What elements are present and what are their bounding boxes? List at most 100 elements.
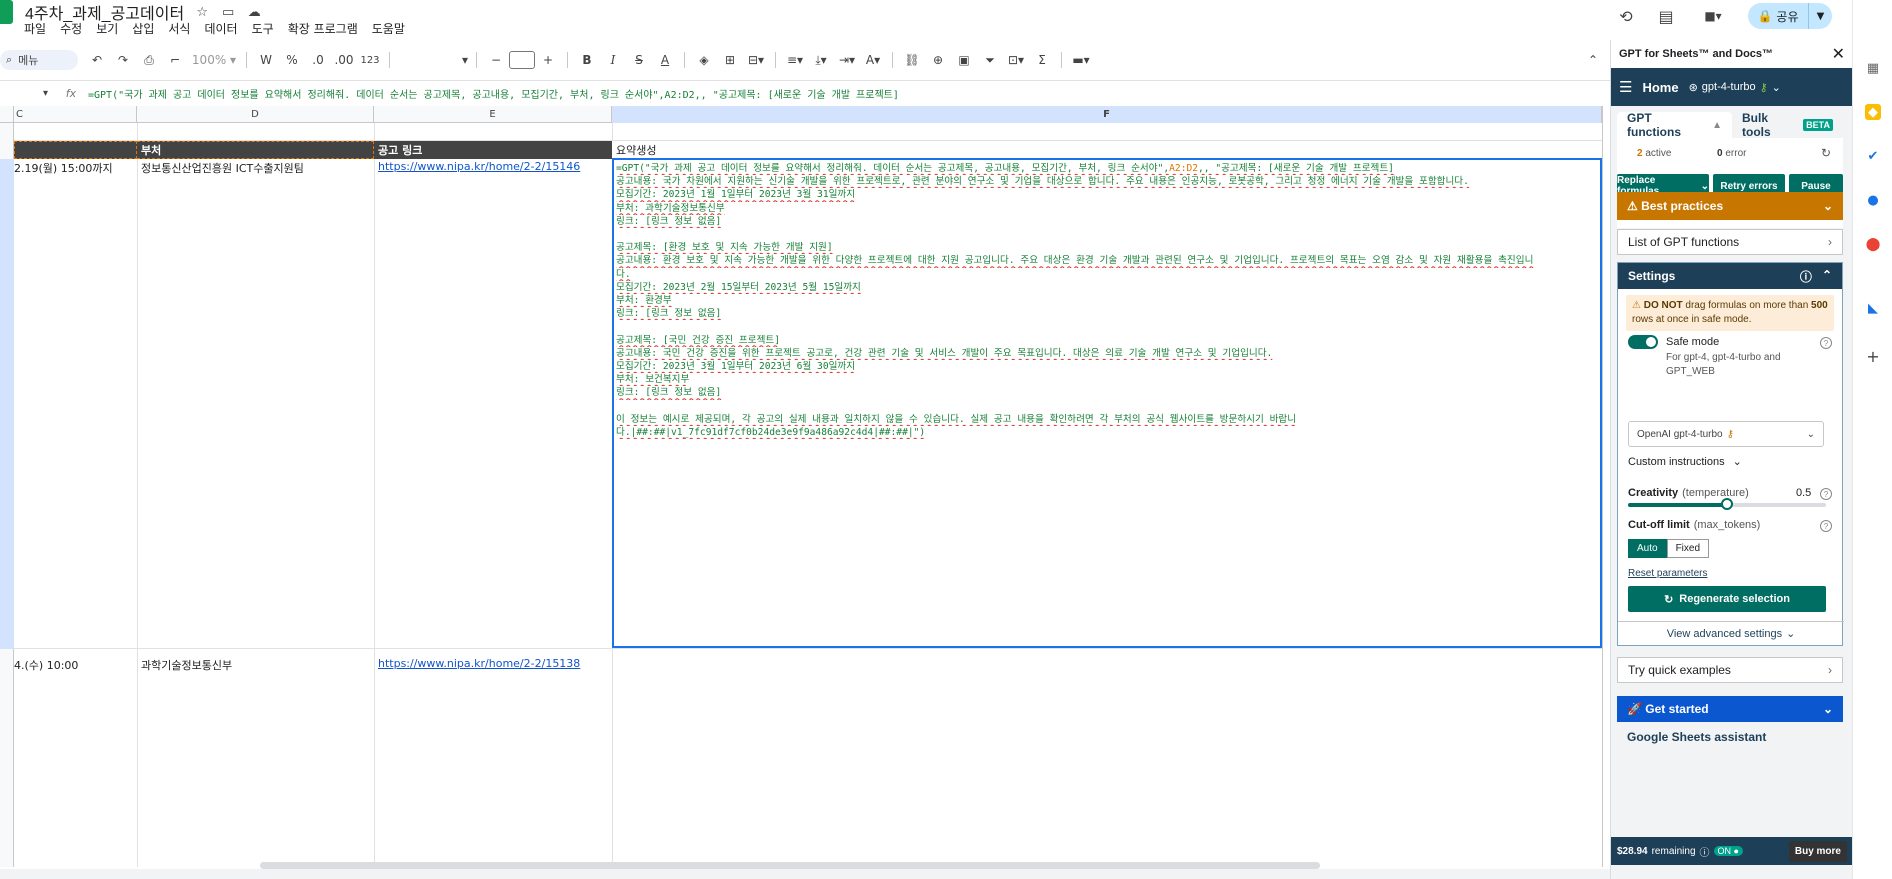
menu-file[interactable]: 파일 xyxy=(24,20,46,38)
font-size-decrease-icon[interactable]: − xyxy=(485,50,507,70)
menu-edit[interactable]: 수정 xyxy=(60,20,82,38)
horizontal-align-icon[interactable]: ≡▾ xyxy=(784,50,806,70)
menu-tools[interactable]: 도구 xyxy=(252,20,274,38)
italic-icon[interactable]: I xyxy=(602,50,624,70)
credits-toggle[interactable]: ON ● xyxy=(1713,846,1743,856)
print-icon[interactable]: ⎙ xyxy=(138,50,160,70)
functions-icon[interactable]: Σ xyxy=(1031,50,1053,70)
view-advanced-settings[interactable]: View advanced settings ⌄ xyxy=(1618,621,1844,645)
share-dropdown-icon[interactable]: ▼ xyxy=(1808,3,1832,29)
text-wrap-icon[interactable]: ⇥▾ xyxy=(836,50,858,70)
row2-cell-d[interactable]: 과학기술정보통신부 xyxy=(141,657,373,673)
tasks-icon[interactable]: ✔ xyxy=(1865,148,1881,164)
menu-help[interactable]: 도움말 xyxy=(372,20,405,38)
row1-cell-c[interactable]: 2.19(월) 15:00까지 xyxy=(14,160,136,176)
more-formats-button[interactable]: 123 xyxy=(359,50,381,70)
fill-color-icon[interactable]: ◈ xyxy=(693,50,715,70)
col-header-f[interactable]: F xyxy=(612,106,1602,123)
addon-icon[interactable]: ◣ xyxy=(1865,300,1881,316)
comments-icon[interactable]: ▤ xyxy=(1656,6,1676,26)
help-icon[interactable]: ? xyxy=(1820,520,1832,532)
buy-more-button[interactable]: Buy more xyxy=(1788,840,1847,862)
font-select[interactable]: ▾ xyxy=(398,50,468,70)
paint-format-icon[interactable]: ⌐ xyxy=(164,50,186,70)
refresh-icon[interactable]: ↻ xyxy=(1821,146,1831,160)
menu-format[interactable]: 서식 xyxy=(168,20,190,38)
undo-icon[interactable]: ↶ xyxy=(86,50,108,70)
insert-link-icon[interactable]: ⛓ xyxy=(901,50,923,70)
collapse-toolbar-icon[interactable]: ⌃ xyxy=(1582,50,1604,70)
add-icon[interactable]: + xyxy=(1865,347,1881,366)
w-button[interactable]: W xyxy=(255,50,277,70)
bold-icon[interactable]: B xyxy=(576,50,598,70)
header-cell-f[interactable]: 요약생성 xyxy=(612,141,1602,159)
horizontal-scrollbar[interactable] xyxy=(260,862,1320,869)
formula-input[interactable]: =GPT("국가 과제 공고 데이터 정보를 요약해서 정리해줘. 데이터 순서… xyxy=(88,86,899,101)
hamburger-menu-icon[interactable]: ☰ xyxy=(1619,78,1632,96)
zoom-select[interactable]: 100% ▾ xyxy=(190,50,238,70)
cell-editor[interactable]: =GPT("국가 과제 공고 데이터 정보를 요약해서 정리해줘. 데이터 순서… xyxy=(612,158,1602,648)
keep-icon[interactable]: ◆ xyxy=(1865,104,1881,120)
creativity-slider[interactable] xyxy=(1628,498,1826,510)
cloud-status-icon[interactable]: ☁ xyxy=(246,4,262,20)
nav-home[interactable]: Home xyxy=(1642,80,1678,95)
input-tools-icon[interactable]: ▬▾ xyxy=(1070,50,1092,70)
info-icon[interactable]: ⓘ xyxy=(1700,844,1710,859)
row2-link[interactable]: https://www.nipa.kr/home/2-2/15138 xyxy=(378,657,610,670)
text-color-icon[interactable]: A xyxy=(654,50,676,70)
slider-handle[interactable] xyxy=(1721,498,1733,510)
safe-mode-toggle[interactable] xyxy=(1628,335,1658,349)
percent-format-button[interactable]: % xyxy=(281,50,303,70)
star-icon[interactable]: ☆ xyxy=(194,4,210,20)
calendar-icon[interactable]: ▦ xyxy=(1865,60,1881,76)
sheets-logo-icon[interactable] xyxy=(0,0,13,24)
tab-bulk-tools[interactable]: Bulk tools BETA xyxy=(1732,111,1843,139)
filter-views-icon[interactable]: ⊡▾ xyxy=(1005,50,1027,70)
reset-parameters-link[interactable]: Reset parameters xyxy=(1628,568,1707,579)
menu-view[interactable]: 보기 xyxy=(96,20,118,38)
cutoff-auto-option[interactable]: Auto xyxy=(1628,539,1667,558)
share-button[interactable]: 🔒 공유 ▼ xyxy=(1748,3,1832,29)
header-cell-e[interactable]: 공고 링크 xyxy=(374,141,612,159)
menu-extensions[interactable]: 확장 프로그램 xyxy=(288,20,358,38)
menu-insert[interactable]: 삽입 xyxy=(132,20,154,38)
insert-chart-icon[interactable]: ▣ xyxy=(953,50,975,70)
col-header-e[interactable]: E xyxy=(374,106,612,123)
get-started-button[interactable]: 🚀 Get started ⌄ xyxy=(1617,696,1843,722)
meet-icon[interactable]: ■▾ xyxy=(1698,6,1728,26)
list-gpt-functions-button[interactable]: List of GPT functions › xyxy=(1617,229,1843,255)
font-size-input[interactable] xyxy=(509,51,535,69)
help-icon[interactable]: ? xyxy=(1820,337,1832,349)
row-header-selected[interactable] xyxy=(0,159,14,649)
font-size-increase-icon[interactable]: + xyxy=(537,50,559,70)
help-icon[interactable]: ⓘ xyxy=(1800,268,1812,285)
menu-search[interactable]: ⌕ 메뉴 xyxy=(0,50,78,70)
maps-icon[interactable]: ⬤ xyxy=(1865,236,1881,252)
model-select[interactable]: OpenAI gpt-4-turbo ⚷ ⌄ xyxy=(1628,421,1824,447)
col-header-c[interactable]: C xyxy=(14,106,137,123)
menu-data[interactable]: 데이터 xyxy=(204,20,237,38)
row1-link[interactable]: https://www.nipa.kr/home/2-2/15146 xyxy=(378,160,610,173)
select-all-corner[interactable] xyxy=(0,106,14,123)
contacts-icon[interactable]: ● xyxy=(1865,192,1881,208)
name-box[interactable]: ▾ xyxy=(0,83,54,105)
cutoff-fixed-option[interactable]: Fixed xyxy=(1666,539,1710,558)
decrease-decimal-button[interactable]: .0 xyxy=(307,50,329,70)
merge-cells-icon[interactable]: ⊟▾ xyxy=(745,50,767,70)
regenerate-selection-button[interactable]: ↻ Regenerate selection xyxy=(1628,586,1826,612)
settings-header[interactable]: Settings ⓘ ⌃ xyxy=(1618,263,1842,289)
model-selector[interactable]: ⊛ gpt-4-turbo ⚷ ⌄ xyxy=(1689,81,1781,94)
strikethrough-icon[interactable]: S xyxy=(628,50,650,70)
header-cell-d[interactable]: 부처 xyxy=(137,141,374,159)
vertical-align-icon[interactable]: ⤓▾ xyxy=(810,50,832,70)
custom-instructions[interactable]: Custom instructions ⌄ xyxy=(1628,455,1742,469)
chevron-up-icon[interactable]: ⌃ xyxy=(1822,268,1832,285)
borders-icon[interactable]: ⊞ xyxy=(719,50,741,70)
redo-icon[interactable]: ↷ xyxy=(112,50,134,70)
close-icon[interactable]: ✕ xyxy=(1832,44,1845,64)
history-icon[interactable]: ⟲ xyxy=(1616,6,1636,26)
row1-cell-d[interactable]: 정보통신산업진흥원 ICT수출지원팀 xyxy=(141,160,373,176)
move-folder-icon[interactable]: ▭ xyxy=(220,4,236,20)
best-practices-button[interactable]: ⚠ Best practices ⌄ xyxy=(1617,192,1843,220)
col-header-d[interactable]: D xyxy=(137,106,374,123)
